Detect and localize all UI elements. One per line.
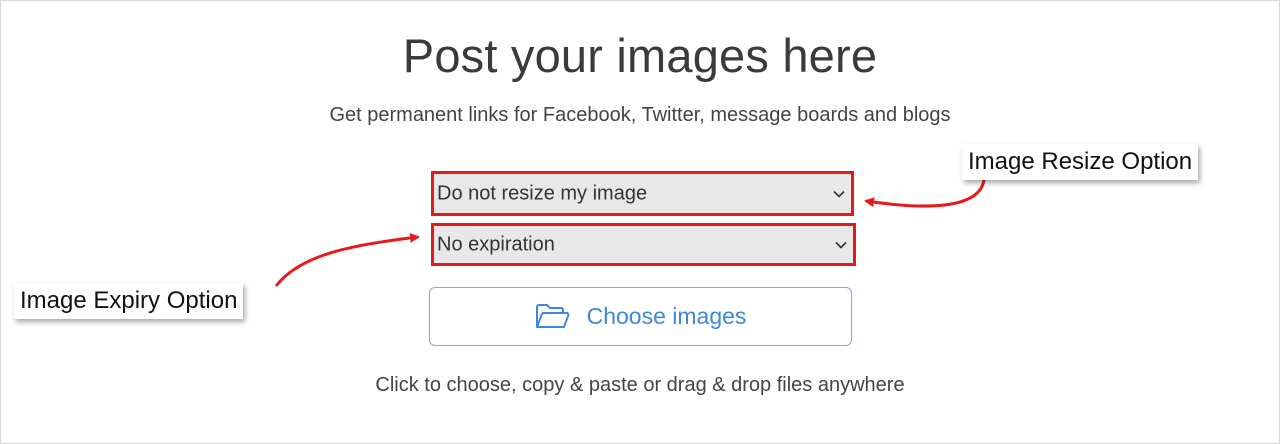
resize-option-callout: Image Resize Option	[962, 144, 1199, 180]
chevron-down-icon	[833, 190, 845, 198]
upload-hint: Click to choose, copy & paste or drag & …	[375, 374, 905, 396]
chevron-down-icon	[835, 241, 847, 249]
page-title: Post your images here	[402, 29, 878, 82]
expiry-select-value: No expiration	[437, 233, 555, 255]
folder-open-icon	[535, 303, 570, 328]
choose-images-label: Choose images	[586, 303, 747, 329]
expiry-select[interactable]: No expiration	[431, 223, 856, 266]
resize-select-value: Do not resize my image	[437, 182, 648, 204]
expiry-option-callout: Image Expiry Option	[14, 283, 244, 319]
page-subtitle: Get permanent links for Facebook, Twitte…	[329, 104, 951, 126]
resize-select[interactable]: Do not resize my image	[431, 171, 854, 216]
choose-images-button[interactable]: Choose images	[429, 287, 852, 346]
